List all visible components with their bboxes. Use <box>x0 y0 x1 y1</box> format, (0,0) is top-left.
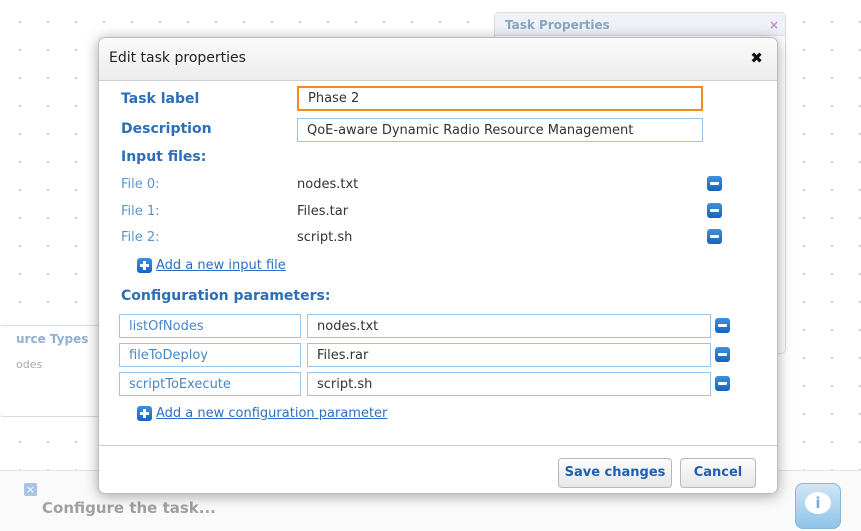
input-files-heading: Input files: <box>121 149 207 165</box>
edit-task-dialog: Edit task properties ✖ Task label Descri… <box>98 37 778 494</box>
remove-file-0-icon[interactable] <box>707 176 722 191</box>
footer-divider <box>99 445 777 446</box>
file-1-value: Files.tar <box>297 204 349 219</box>
cancel-button[interactable]: Cancel <box>680 458 756 488</box>
remove-param-1-icon[interactable] <box>715 347 730 362</box>
add-input-file-icon[interactable] <box>137 258 152 273</box>
description-label: Description <box>121 121 212 137</box>
resource-types-panel: urce Types odes <box>0 325 104 417</box>
info-icon: i <box>805 492 831 514</box>
dialog-close-icon[interactable]: ✖ <box>750 49 763 67</box>
configure-close-icon[interactable]: × <box>24 483 37 496</box>
param-value-input[interactable] <box>307 314 711 338</box>
param-value-input[interactable] <box>307 343 711 367</box>
remove-file-2-icon[interactable] <box>707 229 722 244</box>
task-properties-close-icon[interactable]: × <box>769 18 779 32</box>
info-button[interactable]: i <box>795 483 841 529</box>
param-value-input[interactable] <box>307 372 711 396</box>
resource-types-title: urce Types <box>16 332 89 346</box>
task-properties-title: Task Properties <box>495 13 785 36</box>
param-name-input[interactable] <box>119 343 301 367</box>
param-name-input[interactable] <box>119 372 301 396</box>
file-2-value: script.sh <box>297 230 353 245</box>
file-2-label: File 2: <box>121 230 160 245</box>
remove-file-1-icon[interactable] <box>707 203 722 218</box>
config-params-heading: Configuration parameters: <box>121 288 331 304</box>
save-changes-button[interactable]: Save changes <box>558 458 672 488</box>
remove-param-0-icon[interactable] <box>715 318 730 333</box>
configure-text: Configure the task... <box>42 499 216 517</box>
file-1-label: File 1: <box>121 204 160 219</box>
task-label-label: Task label <box>121 91 200 107</box>
file-0-label: File 0: <box>121 177 160 192</box>
description-input[interactable] <box>297 118 703 142</box>
add-config-param-link[interactable]: Add a new configuration parameter <box>156 406 387 421</box>
add-config-param-icon[interactable] <box>137 406 152 421</box>
add-input-file-link[interactable]: Add a new input file <box>156 258 286 273</box>
dialog-title-bar: Edit task properties ✖ <box>99 38 777 81</box>
param-name-input[interactable] <box>119 314 301 338</box>
resource-types-item[interactable]: odes <box>0 346 103 371</box>
dialog-title: Edit task properties <box>109 50 246 66</box>
remove-param-2-icon[interactable] <box>715 376 730 391</box>
task-label-input[interactable] <box>297 86 703 111</box>
file-0-value: nodes.txt <box>297 177 359 192</box>
